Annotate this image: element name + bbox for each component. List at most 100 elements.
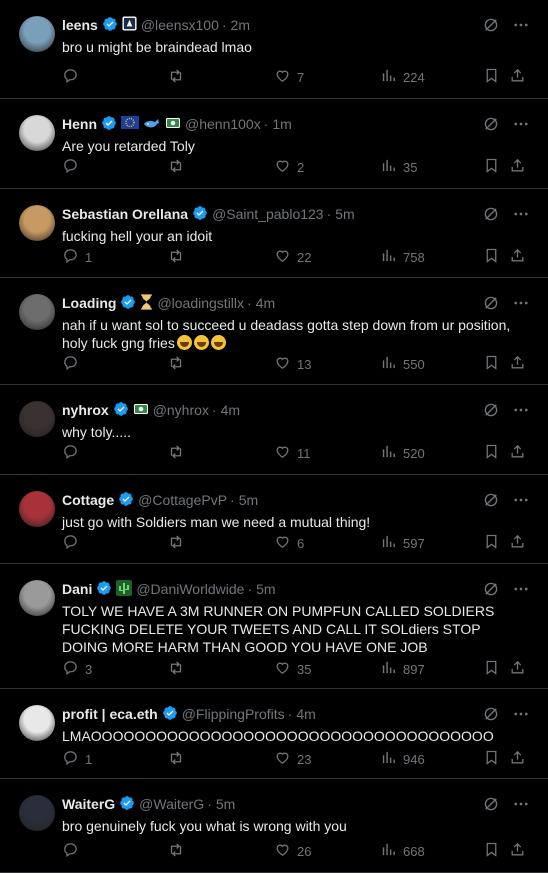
display-name[interactable]: Henn: [62, 116, 97, 132]
more-options-icon[interactable]: [512, 16, 530, 39]
grok-icon[interactable]: [482, 795, 500, 818]
bookmark-button[interactable]: [483, 659, 500, 679]
views-button[interactable]: 946: [380, 749, 425, 769]
reply-tweet[interactable]: Loading @loadingstillx · 4m nah if u wan…: [0, 278, 548, 385]
repost-button[interactable]: [167, 247, 191, 268]
avatar[interactable]: [19, 580, 55, 616]
avatar[interactable]: [19, 491, 55, 527]
repost-button[interactable]: [167, 841, 191, 862]
bookmark-button[interactable]: [483, 533, 500, 553]
display-name[interactable]: profit | eca.eth: [62, 706, 158, 722]
reply-tweet[interactable]: WaiterG @WaiterG · 5m bro genuinely fuck…: [0, 779, 548, 873]
like-button[interactable]: 23: [274, 749, 311, 769]
repost-button[interactable]: [167, 354, 191, 375]
grok-icon[interactable]: [482, 705, 500, 728]
like-button[interactable]: 26: [274, 841, 311, 861]
grok-icon[interactable]: [482, 401, 500, 424]
username-handle[interactable]: @DaniWorldwide: [136, 581, 244, 597]
grok-icon[interactable]: [482, 115, 500, 138]
more-options-icon[interactable]: [512, 491, 530, 514]
username-handle[interactable]: @FlippingProfits: [182, 706, 285, 722]
share-button[interactable]: [509, 354, 526, 374]
grok-icon[interactable]: [482, 16, 500, 39]
grok-icon[interactable]: [482, 491, 500, 514]
share-button[interactable]: [509, 157, 526, 177]
more-options-icon[interactable]: [512, 205, 530, 228]
views-button[interactable]: 520: [380, 443, 425, 463]
username-handle[interactable]: @WaiterG: [139, 796, 204, 812]
like-button[interactable]: 11: [274, 443, 311, 463]
like-button[interactable]: 7: [274, 67, 304, 87]
display-name[interactable]: Cottage: [62, 492, 114, 508]
display-name[interactable]: nyhrox: [62, 402, 109, 418]
display-name[interactable]: WaiterG: [62, 796, 115, 812]
avatar[interactable]: [19, 795, 55, 831]
reply-tweet[interactable]: Henn @henn100x · 1m Are you retarded Tol…: [0, 99, 548, 189]
bookmark-button[interactable]: [483, 354, 500, 374]
reply-button[interactable]: [62, 157, 85, 177]
views-button[interactable]: 35: [380, 157, 417, 177]
repost-button[interactable]: [167, 443, 191, 464]
reply-button[interactable]: [62, 67, 85, 87]
repost-button[interactable]: [167, 157, 191, 178]
timestamp[interactable]: 5m: [256, 581, 275, 597]
bookmark-button[interactable]: [483, 749, 500, 769]
bookmark-button[interactable]: [483, 157, 500, 177]
username-handle[interactable]: @Saint_pablo123: [212, 206, 324, 222]
username-handle[interactable]: @nyhrox: [153, 402, 209, 418]
reply-tweet[interactable]: Cottage @CottagePvP · 5m just go with So…: [0, 475, 548, 564]
timestamp[interactable]: 4m: [256, 295, 275, 311]
avatar[interactable]: [19, 401, 55, 437]
display-name[interactable]: Dani: [62, 581, 92, 597]
more-options-icon[interactable]: [512, 401, 530, 424]
like-button[interactable]: 13: [274, 354, 311, 374]
views-button[interactable]: 597: [380, 533, 425, 553]
display-name[interactable]: Sebastian Orellana: [62, 206, 188, 222]
avatar[interactable]: [19, 705, 55, 741]
timestamp[interactable]: 2m: [231, 17, 250, 33]
grok-icon[interactable]: [482, 205, 500, 228]
bookmark-button[interactable]: [483, 443, 500, 463]
more-options-icon[interactable]: [512, 795, 530, 818]
more-options-icon[interactable]: [512, 705, 530, 728]
timestamp[interactable]: 5m: [335, 206, 354, 222]
display-name[interactable]: leens: [62, 17, 98, 33]
share-button[interactable]: [509, 443, 526, 463]
views-button[interactable]: 550: [380, 354, 425, 374]
views-button[interactable]: 897: [380, 659, 425, 679]
reply-button[interactable]: 3: [62, 659, 92, 679]
timestamp[interactable]: 1m: [272, 116, 291, 132]
share-button[interactable]: [509, 749, 526, 769]
share-button[interactable]: [509, 67, 526, 87]
share-button[interactable]: [509, 841, 526, 861]
repost-button[interactable]: [167, 749, 191, 770]
like-button[interactable]: 35: [274, 659, 311, 679]
grok-icon[interactable]: [482, 580, 500, 603]
reply-tweet[interactable]: Dani @DaniWorldwide · 5m TOLY WE HAVE A …: [0, 564, 548, 689]
avatar[interactable]: [19, 115, 55, 151]
bookmark-button[interactable]: [483, 841, 500, 861]
reply-button[interactable]: [62, 443, 85, 463]
more-options-icon[interactable]: [512, 115, 530, 138]
username-handle[interactable]: @henn100x: [185, 116, 261, 132]
reply-tweet[interactable]: leens @leensx100 · 2m bro u might be bra…: [0, 0, 548, 99]
display-name[interactable]: Loading: [62, 295, 116, 311]
username-handle[interactable]: @CottagePvP: [138, 492, 227, 508]
views-button[interactable]: 668: [380, 841, 425, 861]
share-button[interactable]: [509, 533, 526, 553]
username-handle[interactable]: @leensx100: [141, 17, 219, 33]
reply-button[interactable]: [62, 354, 85, 374]
timestamp[interactable]: 4m: [296, 706, 315, 722]
like-button[interactable]: 22: [274, 247, 311, 267]
reply-button[interactable]: [62, 533, 85, 553]
avatar[interactable]: [19, 16, 55, 52]
repost-button[interactable]: [167, 67, 191, 88]
share-button[interactable]: [509, 247, 526, 267]
repost-button[interactable]: [167, 659, 191, 680]
avatar[interactable]: [19, 294, 55, 330]
timestamp[interactable]: 5m: [239, 492, 258, 508]
reply-button[interactable]: [62, 841, 85, 861]
views-button[interactable]: 224: [380, 67, 425, 87]
repost-button[interactable]: [167, 533, 191, 554]
reply-tweet[interactable]: profit | eca.eth @FlippingProfits · 4m L…: [0, 689, 548, 779]
